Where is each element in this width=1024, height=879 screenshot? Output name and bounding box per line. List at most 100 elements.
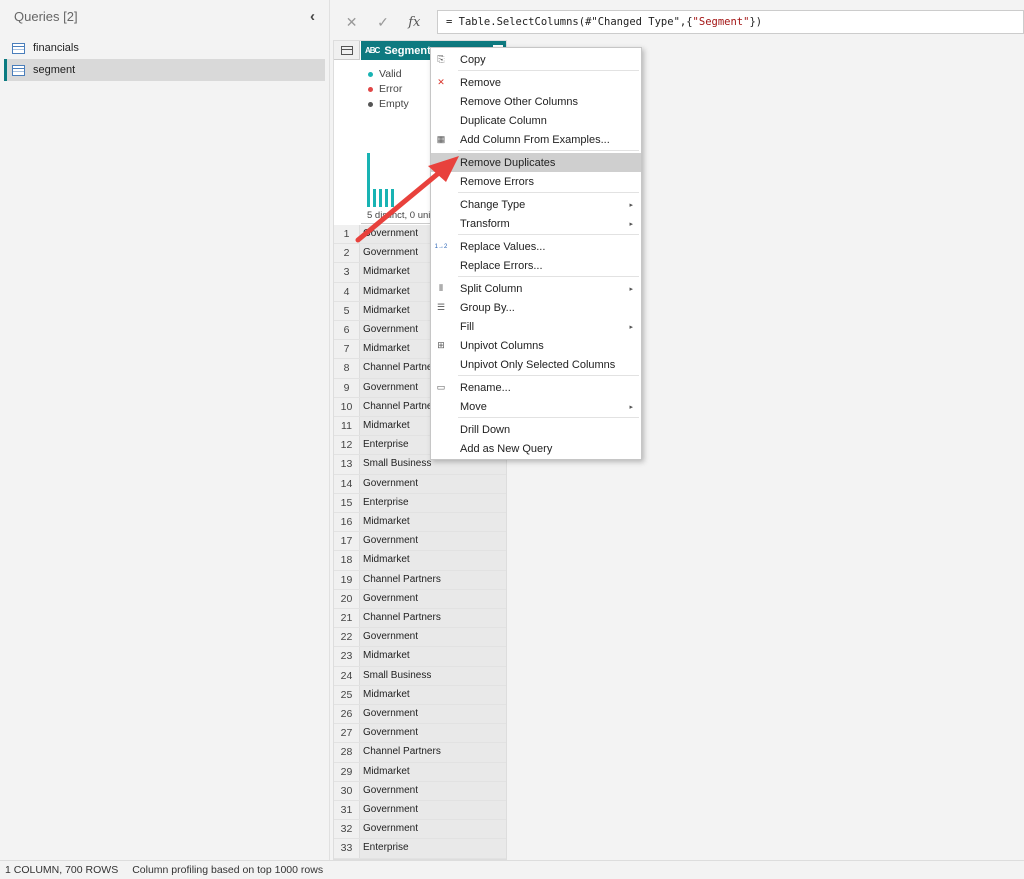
menu-item-transform[interactable]: Transform ▸ bbox=[431, 214, 641, 233]
row-number: 9 bbox=[334, 378, 360, 397]
cell-value[interactable]: Small Business bbox=[360, 666, 506, 685]
menu-separator bbox=[458, 192, 639, 193]
menu-item-replace-values[interactable]: 1→2 Replace Values... bbox=[431, 237, 641, 256]
menu-item-rename[interactable]: ▭ Rename... bbox=[431, 378, 641, 397]
query-item-financials[interactable]: financials bbox=[4, 37, 325, 59]
menu-item-label: Unpivot Columns bbox=[460, 339, 544, 352]
menu-separator bbox=[458, 276, 639, 277]
table-row[interactable]: 19 Channel Partners bbox=[334, 570, 506, 590]
menu-item-split-column[interactable]: ⫴ Split Column ▸ bbox=[431, 279, 641, 298]
table-row[interactable]: 30 Government bbox=[334, 781, 506, 801]
table-row[interactable]: 16 Midmarket bbox=[334, 513, 506, 533]
cell-value[interactable]: Enterprise bbox=[360, 493, 506, 512]
cell-value[interactable]: Midmarket bbox=[360, 762, 506, 781]
table-row[interactable]: 22 Government bbox=[334, 628, 506, 648]
row-number: 17 bbox=[334, 532, 360, 551]
menu-separator bbox=[458, 234, 639, 235]
cell-value[interactable]: Government bbox=[360, 724, 506, 743]
table-row[interactable]: 25 Midmarket bbox=[334, 685, 506, 705]
table-row[interactable]: 28 Channel Partners bbox=[334, 743, 506, 763]
row-number: 12 bbox=[334, 436, 360, 455]
cell-value[interactable]: Midmarket bbox=[360, 647, 506, 666]
formula-input[interactable]: = Table.SelectColumns(#"Changed Type",{"… bbox=[437, 10, 1024, 34]
menu-item-unpivot-only-selected-columns[interactable]: Unpivot Only Selected Columns bbox=[431, 355, 641, 374]
cancel-icon[interactable]: ✕ bbox=[336, 14, 367, 31]
table-row[interactable]: 18 Midmarket bbox=[334, 551, 506, 571]
menu-item-move[interactable]: Move ▸ bbox=[431, 397, 641, 416]
menu-item-remove-duplicates[interactable]: Remove Duplicates bbox=[431, 153, 641, 172]
cell-value[interactable]: Government bbox=[360, 532, 506, 551]
menu-item-remove-errors[interactable]: Remove Errors bbox=[431, 172, 641, 191]
empty-dot-icon bbox=[368, 101, 373, 107]
menu-item-add-as-new-query[interactable]: Add as New Query bbox=[431, 439, 641, 458]
table-icon bbox=[12, 42, 25, 54]
table-row[interactable]: 20 Government bbox=[334, 589, 506, 609]
collapse-pane-icon[interactable]: ‹ bbox=[310, 8, 315, 25]
table-row[interactable]: 23 Midmarket bbox=[334, 647, 506, 667]
cell-value[interactable]: Government bbox=[360, 705, 506, 724]
menu-item-copy[interactable]: ⎘ Copy bbox=[431, 50, 641, 69]
table-row[interactable]: 24 Small Business bbox=[334, 666, 506, 686]
profiling-status: Column profiling based on top 1000 rows bbox=[132, 864, 324, 876]
menu-item-fill[interactable]: Fill ▸ bbox=[431, 317, 641, 336]
status-bar: 1 COLUMN, 700 ROWS Column profiling base… bbox=[0, 860, 1024, 879]
cell-value[interactable]: Government bbox=[360, 474, 506, 493]
cell-value[interactable]: Channel Partners bbox=[360, 609, 506, 628]
cell-value[interactable]: Midmarket bbox=[360, 513, 506, 532]
cell-value[interactable]: Government bbox=[360, 801, 506, 820]
menu-separator bbox=[458, 150, 639, 151]
table-row[interactable]: 17 Government bbox=[334, 532, 506, 552]
menu-item-remove[interactable]: ✕ Remove bbox=[431, 73, 641, 92]
menu-item-label: Add as New Query bbox=[460, 442, 553, 455]
table-menu-button[interactable] bbox=[334, 41, 360, 60]
table-row[interactable]: 33 Enterprise bbox=[334, 839, 506, 859]
error-dot-icon bbox=[368, 86, 373, 92]
cell-value[interactable]: Government bbox=[360, 781, 506, 800]
table-row[interactable]: 21 Channel Partners bbox=[334, 609, 506, 629]
menu-item-group-by[interactable]: ☰ Group By... bbox=[431, 298, 641, 317]
row-number: 28 bbox=[334, 743, 360, 762]
menu-item-label: Duplicate Column bbox=[460, 114, 547, 127]
menu-item-remove-other-columns[interactable]: Remove Other Columns bbox=[431, 92, 641, 111]
column-name: Segment bbox=[384, 44, 431, 57]
remove-column-icon: ✕ bbox=[437, 77, 445, 87]
fx-icon[interactable]: fx bbox=[399, 15, 430, 30]
menu-item-duplicate-column[interactable]: Duplicate Column bbox=[431, 111, 641, 130]
cell-value[interactable]: Midmarket bbox=[360, 551, 506, 570]
formula-string: "Segment" bbox=[692, 16, 750, 28]
row-count-status: 1 COLUMN, 700 ROWS bbox=[5, 864, 119, 876]
table-row[interactable]: 29 Midmarket bbox=[334, 762, 506, 782]
table-row[interactable]: 26 Government bbox=[334, 705, 506, 725]
table-row[interactable]: 31 Government bbox=[334, 801, 506, 821]
menu-item-label: Rename... bbox=[460, 381, 511, 394]
cell-value[interactable]: Channel Partners bbox=[360, 743, 506, 762]
query-item-segment[interactable]: segment bbox=[4, 59, 325, 81]
row-number: 27 bbox=[334, 724, 360, 743]
table-row[interactable]: 14 Government bbox=[334, 474, 506, 494]
menu-item-replace-errors[interactable]: Replace Errors... bbox=[431, 256, 641, 275]
cell-value[interactable]: Midmarket bbox=[360, 685, 506, 704]
menu-item-change-type[interactable]: Change Type ▸ bbox=[431, 195, 641, 214]
table-row[interactable]: 15 Enterprise bbox=[334, 493, 506, 513]
cell-value[interactable]: Enterprise bbox=[360, 839, 506, 858]
query-label: financials bbox=[33, 42, 79, 54]
cell-value[interactable]: Government bbox=[360, 820, 506, 839]
menu-item-label: Replace Values... bbox=[460, 240, 546, 253]
menu-item-unpivot-columns[interactable]: ⊞ Unpivot Columns bbox=[431, 336, 641, 355]
cell-value[interactable]: Government bbox=[360, 628, 506, 647]
menu-item-label: Remove Other Columns bbox=[460, 95, 578, 108]
row-number: 5 bbox=[334, 301, 360, 320]
text-type-icon[interactable]: ABC bbox=[365, 46, 380, 55]
cell-value[interactable]: Government bbox=[360, 589, 506, 608]
split-column-icon: ⫴ bbox=[439, 283, 443, 293]
cell-value[interactable]: Channel Partners bbox=[360, 570, 506, 589]
table-row[interactable]: 27 Government bbox=[334, 724, 506, 744]
menu-item-drill-down[interactable]: Drill Down bbox=[431, 420, 641, 439]
menu-item-add-column-from-examples[interactable]: ▦ Add Column From Examples... bbox=[431, 130, 641, 149]
confirm-icon[interactable]: ✓ bbox=[367, 14, 398, 31]
submenu-arrow-icon: ▸ bbox=[629, 201, 633, 209]
row-number: 11 bbox=[334, 417, 360, 436]
table-row[interactable]: 32 Government bbox=[334, 820, 506, 840]
row-number: 19 bbox=[334, 570, 360, 589]
table-icon bbox=[340, 45, 353, 55]
